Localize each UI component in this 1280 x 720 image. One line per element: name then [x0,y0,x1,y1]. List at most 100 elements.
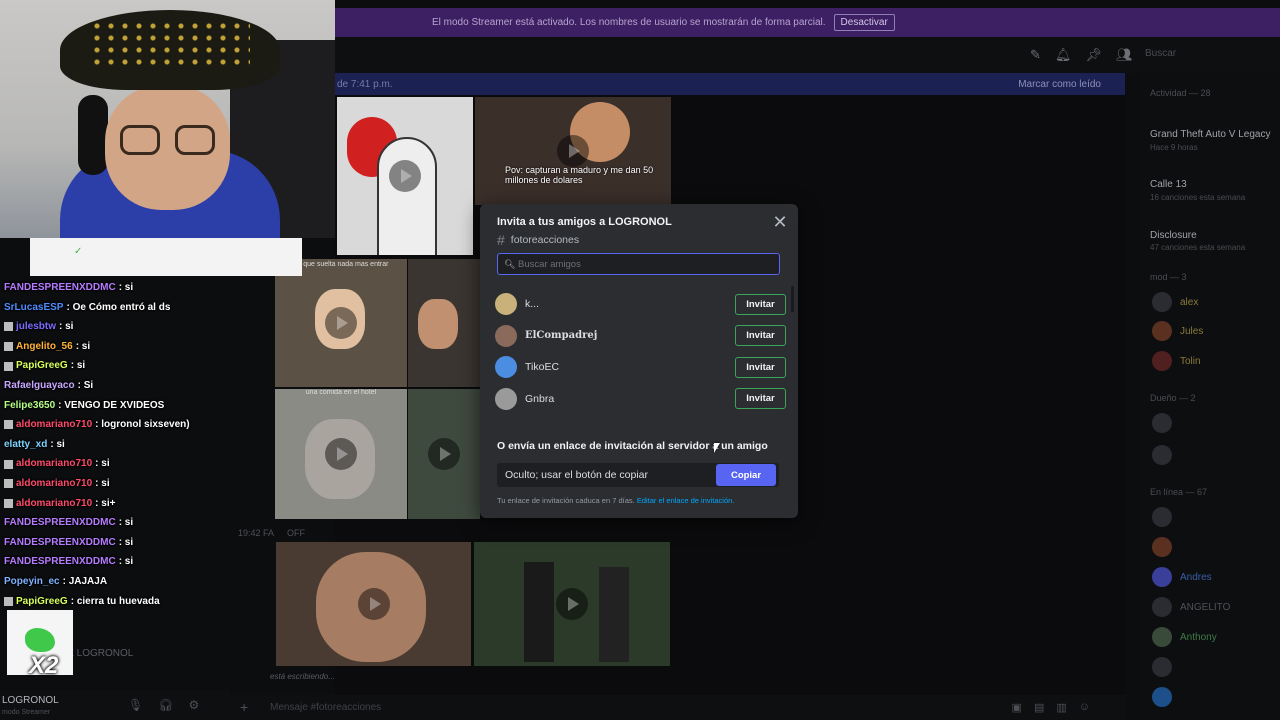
sticker-icon[interactable]: ▥ [1056,701,1066,714]
member-list: Actividad — 28 Grand Theft Auto V Legacy… [1140,73,1280,720]
members-icon[interactable]: 👥︎ [1116,47,1133,63]
member-item[interactable]: Tolin [1152,351,1201,371]
emoji-icon[interactable]: ☺ [1079,701,1090,714]
screen: { "banner": { "text": "El modo Streamer … [0,0,1280,720]
message-composer[interactable]: + Mensaje #fotoreacciones ▣ ▤ ▥ ☺ [230,695,1125,720]
chat-line: FANDESPREENXDDMC: si [4,552,234,572]
friend-search[interactable]: 🔍︎ [497,253,780,275]
chat-username[interactable]: aldomariano710 [16,415,92,435]
threads-icon[interactable]: ✎ [1030,47,1041,63]
avatar [1152,413,1172,433]
list-scrollbar[interactable] [791,286,794,312]
avatar [1152,567,1172,587]
chat-username[interactable]: FANDESPREENXDDMC [4,513,116,533]
activity-title[interactable]: Calle 13 [1150,179,1187,190]
chat-username[interactable]: PapiGreeG [16,592,68,612]
chat-username[interactable]: FANDESPREENXDDMC [4,552,116,572]
chat-username[interactable]: Rafaelguayaco [4,376,75,396]
video-thumbnail[interactable] [474,542,670,666]
member-item[interactable] [1152,687,1172,707]
friend-name: Gnbra [525,392,555,405]
chat-username[interactable]: aldomariano710 [16,494,92,514]
activity-title[interactable]: Disclosure [1150,230,1197,241]
invite-button[interactable]: Invitar [735,325,786,346]
new-messages-bar[interactable]: de 7:41 p.m. Marcar como leído [335,73,1125,95]
avatar [1152,687,1172,707]
friend-name: ElCompadrej [525,330,598,341]
mark-read-button[interactable]: Marcar como leído [1018,79,1101,90]
member-item[interactable]: Jules [1152,321,1203,341]
chat-username[interactable]: PapiGreeG [16,356,68,376]
chat-message: si [76,360,86,372]
headphones-icon[interactable]: 🎧︎ [158,698,173,712]
member-item[interactable] [1152,507,1172,527]
chat-message: si+ [101,497,116,509]
video-thumbnail[interactable] [408,259,480,387]
chat-line: PapiGreeG: si [4,356,234,376]
member-item[interactable] [1152,537,1172,557]
chat-line: PapiGreeG: cierra tu huevada [4,592,234,612]
video-thumbnail[interactable] [408,389,480,519]
streamer-mode-banner: El modo Streamer está activado. Los nomb… [335,8,1280,37]
chat-username[interactable]: julesbtw [16,317,56,337]
video-thumbnail[interactable]: Pov: capturan a maduro y me dan 50 millo… [475,97,671,205]
disable-streamer-button[interactable]: Desactivar [833,14,895,31]
friend-row: Gnbra Invitar [494,385,790,413]
member-item[interactable] [1152,445,1172,465]
edit-link[interactable]: Editar el enlace de invitación. [637,496,735,505]
plus-icon[interactable]: + [240,699,248,715]
video-thumbnail[interactable]: una comida en el hotel [275,389,407,519]
chat-message: JAJAJA [68,575,108,587]
message-input[interactable]: Mensaje #fotoreacciones [270,702,381,713]
member-item[interactable]: Andres [1152,567,1212,587]
chat-message: Si [83,379,94,391]
modal-title: Invita a tus amigos a LOGRONOL [497,216,672,228]
search-box[interactable]: Buscar [1145,48,1176,59]
chat-username[interactable]: SrLucasESP [4,298,63,318]
avatar [1152,321,1172,341]
chat-username[interactable]: aldomariano710 [16,454,92,474]
chat-line: Felipe3650: VENGO DE XVIDEOS [4,396,234,416]
bell-icon[interactable]: 🔔︎ [1055,47,1072,63]
chat-username[interactable]: Felipe3650 [4,396,55,416]
search-input[interactable] [518,258,768,270]
chat-line: FANDESPREENXDDMC: si [4,513,234,533]
chat-username[interactable]: FANDESPREENXDDMC [4,533,116,553]
video-thumbnail[interactable] [337,97,473,255]
close-icon[interactable]: ✕ [771,213,789,231]
member-item[interactable]: Anthony [1152,627,1217,647]
gear-icon[interactable]: ⚙ [188,698,199,712]
chat-message: si [65,321,74,333]
gif-icon[interactable]: ▤ [1034,701,1044,714]
activity-title[interactable]: Grand Theft Auto V Legacy [1150,129,1270,140]
avatar [1152,445,1172,465]
member-item[interactable]: alex [1152,292,1198,312]
avatar [1152,627,1172,647]
video-thumbnail[interactable]: Lo que suelta nada mas entrar [275,259,407,387]
member-item[interactable] [1152,657,1172,677]
member-item[interactable] [1152,413,1172,433]
thumb-caption: una comida en el hotel [305,389,377,396]
mouse-cursor [714,443,720,453]
video-thumbnail[interactable] [276,542,471,666]
chat-username[interactable]: Popeyin_ec [4,572,60,592]
message-time: 19:42 FA [238,528,275,538]
copy-button[interactable]: Copiar [716,464,776,486]
gift-icon[interactable]: ▣ [1012,701,1022,714]
chat-username[interactable]: FANDESPREENXDDMC [4,278,116,298]
chat-line: aldomariano710: si [4,454,234,474]
mic-icon[interactable]: 🎙︎ [128,698,143,712]
chat-username[interactable]: Angelito_56 [16,337,73,357]
invite-button[interactable]: Invitar [735,293,786,315]
invite-button[interactable]: Invitar [735,356,786,378]
member-item[interactable]: ANGELITO [1152,597,1230,617]
channel-name: fotoreacciones [510,234,580,246]
chat-line: Rafaelguayaco: Si [4,376,234,396]
message-tag: OFF [287,528,305,538]
activity-sub: 47 canciones esta semana [1150,243,1246,252]
chat-username[interactable]: elatty_xd [4,435,47,455]
pin-icon[interactable]: 📌︎ [1085,47,1102,63]
invite-button[interactable]: Invitar [735,388,786,409]
chat-line: FANDESPREENXDDMC: si [4,278,234,298]
chat-username[interactable]: aldomariano710 [16,474,92,494]
